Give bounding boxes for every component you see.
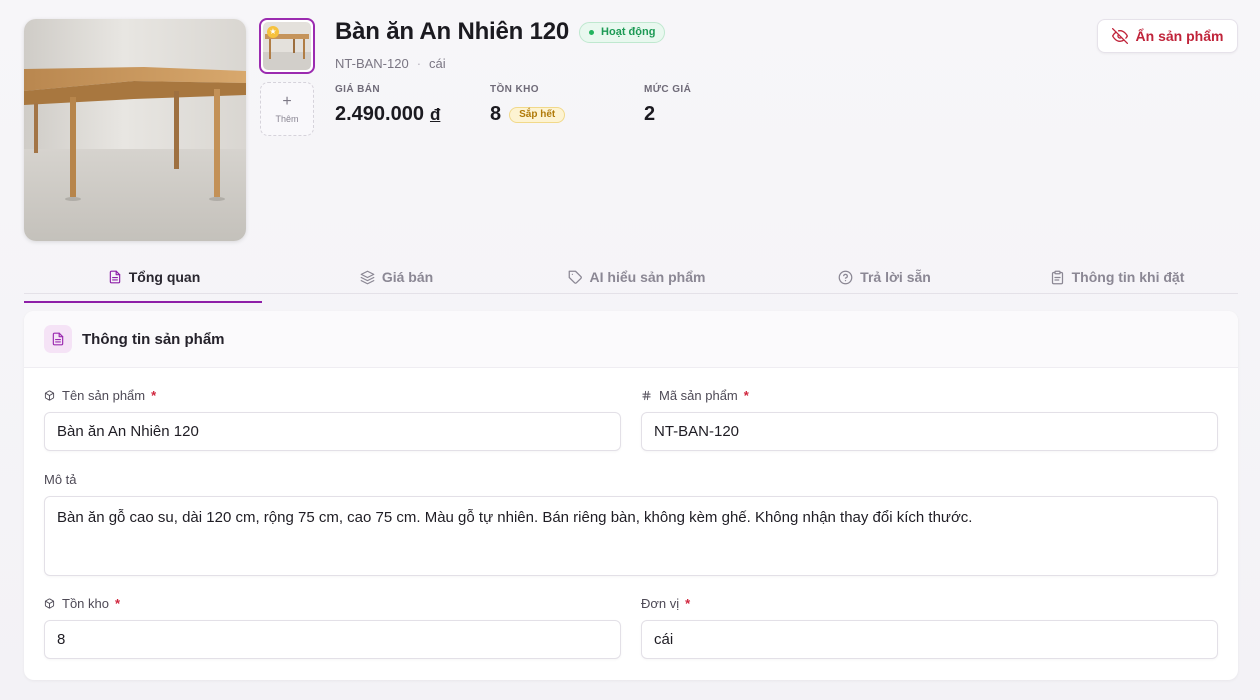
product-thumbnail-selected[interactable]: ★: [259, 18, 315, 74]
product-sku-field: Mã sản phẩm * NT-BAN-120: [641, 386, 1218, 451]
required-marker: *: [743, 387, 749, 403]
price-level-value-row: 2: [644, 103, 691, 126]
star-icon: ★: [267, 26, 279, 38]
unit-label-row: Đơn vị *: [641, 594, 1218, 612]
tab-overview[interactable]: Tổng quan: [24, 260, 284, 294]
price-value: 2.490.000: [335, 103, 424, 125]
price-stat: GIÁ BÁN 2.490.000 đ: [335, 84, 440, 126]
product-name-label: Tên sản phẩm: [62, 387, 146, 403]
stock-field: Tồn kho * 8: [44, 594, 621, 659]
status-badge-label: Hoạt động: [601, 26, 656, 38]
price-level-value: 2: [644, 103, 656, 125]
tag-icon: [568, 270, 582, 284]
product-title: Bàn ăn An Nhiên 120: [335, 18, 570, 45]
product-header: ★ + Thêm Bàn ăn An Nhiên 120 Hoạt động N…: [0, 0, 1260, 260]
add-image-button[interactable]: + Thêm: [260, 82, 314, 136]
box-icon: [44, 597, 55, 609]
add-image-label: Thêm: [275, 114, 299, 124]
tab-overview-label: Tổng quan: [128, 269, 201, 285]
product-main-image[interactable]: [24, 19, 246, 241]
stock-label: TỒN KHO: [490, 84, 539, 95]
tab-bar: Tổng quan Giá bán AI hiểu sản phẩm Trả l…: [24, 260, 1238, 303]
product-subline: NT-BAN-120 · cái: [335, 56, 446, 71]
plus-icon: +: [282, 93, 292, 110]
help-circle-icon: [838, 270, 853, 284]
title-row: Bàn ăn An Nhiên 120 Hoạt động: [335, 18, 666, 46]
price-value-row: 2.490.000 đ: [335, 103, 440, 126]
box-icon: [44, 389, 55, 401]
unit-field: Đơn vị * cái: [641, 594, 1218, 659]
required-marker: *: [114, 595, 121, 611]
product-sku-label: Mã sản phẩm: [659, 387, 738, 403]
status-badge: Hoạt động: [579, 21, 666, 43]
tab-pricing[interactable]: Giá bán: [274, 260, 519, 294]
product-name-label-row: Tên sản phẩm *: [44, 386, 621, 404]
required-marker: *: [151, 387, 157, 403]
status-dot-icon: [589, 29, 595, 35]
document-icon: [109, 270, 120, 284]
stock-value-row: 8 Sắp hết: [490, 103, 566, 126]
low-stock-badge: Sắp hết: [509, 106, 566, 123]
tab-ai-understanding-label: AI hiểu sản phẩm: [589, 269, 706, 285]
description-label: Mô tả: [44, 471, 77, 487]
description-textarea[interactable]: Bàn ăn gỗ cao su, dài 120 cm, rộng 75 cm…: [44, 496, 1218, 576]
price-level-stat: MỨC GIÁ 2: [644, 84, 691, 126]
hide-product-label: Ẩn sản phẩm: [1135, 28, 1224, 44]
tab-canned-replies-label: Trả lời sẵn: [860, 269, 931, 285]
required-marker: *: [685, 595, 691, 611]
card-header: Thông tin sản phẩm: [24, 311, 1238, 368]
tab-canned-replies[interactable]: Trả lời sẵn: [762, 260, 1007, 294]
tab-ai-understanding[interactable]: AI hiểu sản phẩm: [514, 260, 759, 294]
clipboard-icon: [1051, 270, 1063, 284]
stock-value: 8: [490, 103, 502, 125]
price-level-label: MỨC GIÁ: [644, 84, 692, 95]
description-label-row: Mô tả: [44, 470, 1218, 488]
layers-icon: [360, 270, 375, 284]
document-icon: [44, 325, 72, 353]
eye-off-icon: [1111, 28, 1128, 44]
stock-field-label: Tồn kho: [62, 595, 109, 611]
product-info-card: Thông tin sản phẩm Tên sản phẩm * Bàn ăn…: [24, 311, 1238, 680]
hash-icon: [642, 390, 651, 400]
unit-input[interactable]: cái: [641, 620, 1218, 659]
product-unit-text: cái: [429, 56, 446, 71]
tab-order-info-label: Thông tin khi đặt: [1071, 269, 1185, 285]
price-label: GIÁ BÁN: [335, 84, 381, 95]
product-sku-text: NT-BAN-120: [335, 56, 409, 71]
product-sku-input[interactable]: NT-BAN-120: [641, 412, 1218, 451]
currency-symbol: đ: [429, 104, 441, 124]
stock-stat: TỒN KHO 8 Sắp hết: [490, 84, 566, 126]
stock-input[interactable]: 8: [44, 620, 621, 659]
active-tab-indicator: [24, 301, 262, 303]
product-sku-label-row: Mã sản phẩm *: [641, 386, 1218, 404]
description-field: Mô tả Bàn ăn gỗ cao su, dài 120 cm, rộng…: [44, 470, 1218, 576]
card-title: Thông tin sản phẩm: [82, 330, 225, 348]
product-name-field: Tên sản phẩm * Bàn ăn An Nhiên 120: [44, 386, 621, 451]
separator-dot: ·: [416, 56, 422, 71]
product-name-input[interactable]: Bàn ăn An Nhiên 120: [44, 412, 621, 451]
unit-field-label: Đơn vị: [641, 595, 680, 611]
hide-product-button[interactable]: Ẩn sản phẩm: [1097, 19, 1238, 53]
stock-label-row: Tồn kho *: [44, 594, 621, 612]
tab-pricing-label: Giá bán: [381, 269, 434, 285]
tab-order-info[interactable]: Thông tin khi đặt: [996, 260, 1238, 294]
